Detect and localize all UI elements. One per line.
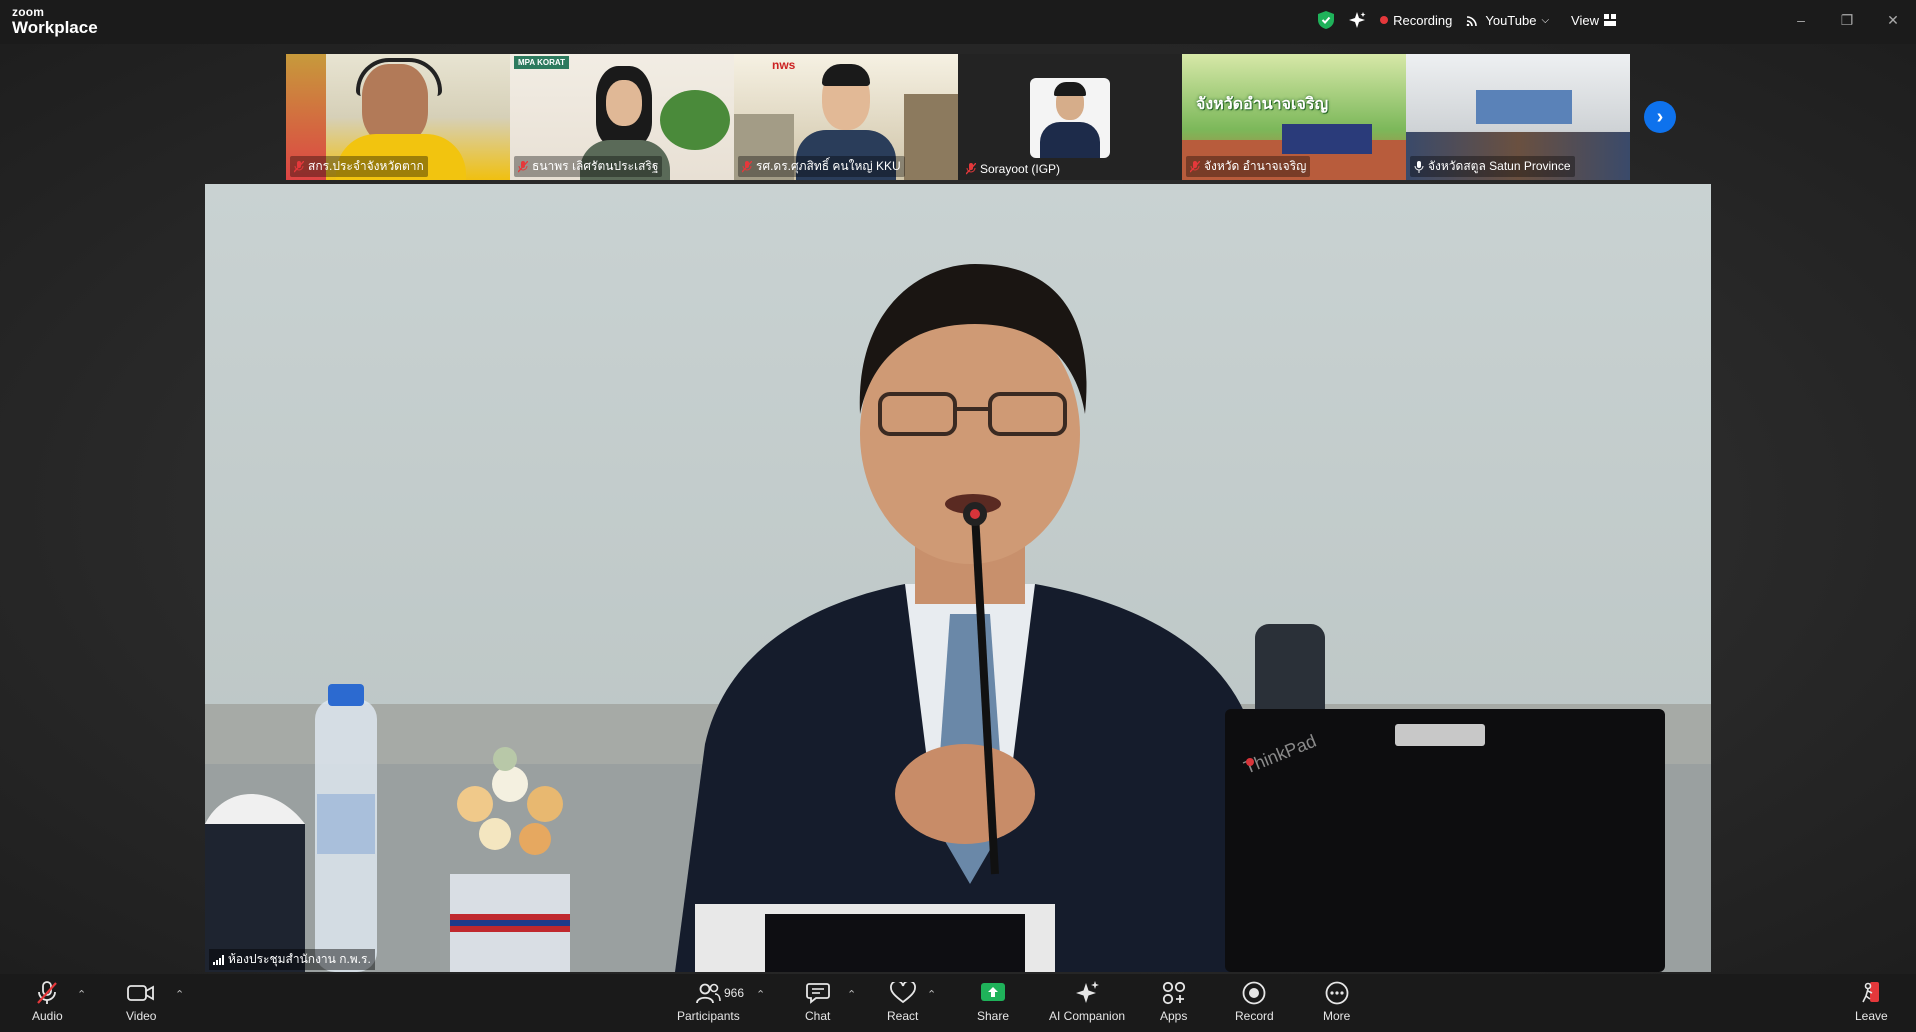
speaker-scene: ThinkPad xyxy=(205,184,1711,972)
audio-options-chevron-up-icon[interactable]: ⌃ xyxy=(77,988,86,1001)
grid-view-icon xyxy=(1604,14,1616,26)
video-camera-icon xyxy=(127,985,155,1001)
recording-dot-icon xyxy=(1380,16,1389,24)
leave-label: Leave xyxy=(1855,1009,1888,1023)
chat-bubble-icon xyxy=(805,983,830,1004)
more-label: More xyxy=(1323,1009,1351,1023)
muted-mic-icon xyxy=(293,160,305,173)
muted-mic-icon xyxy=(965,162,977,175)
brand-big: Workplace xyxy=(12,18,98,37)
share-screen-icon xyxy=(981,983,1006,1001)
meeting-toolbar: Audio ⌃ Video ⌃ Participants 966 ⌃ Chat … xyxy=(0,974,1916,1032)
heart-icon xyxy=(889,982,916,1004)
participant-tile[interactable]: Sorayoot (IGP) xyxy=(958,54,1182,180)
participant-name: สกร.ประจำจังหวัดตาก xyxy=(308,159,424,173)
video-label: Video xyxy=(126,1009,157,1023)
close-icon[interactable]: ✕ xyxy=(1870,0,1916,40)
participant-name: ธนาพร เลิศรัตนประเสริฐ xyxy=(532,159,659,173)
more-button[interactable]: More xyxy=(1323,980,1350,1023)
participant-tile[interactable]: จังหวัดสตูล Satun Province xyxy=(1406,54,1630,180)
muted-mic-icon xyxy=(1189,160,1201,173)
minimize-icon[interactable]: – xyxy=(1778,0,1824,40)
record-label: Record xyxy=(1235,1009,1274,1023)
participant-name: รศ.ดร.ศุภสิทธิ์ คนใหญ่ KKU xyxy=(756,159,901,173)
ai-companion-button[interactable]: AI Companion xyxy=(1049,980,1125,1023)
record-icon xyxy=(1242,981,1266,1005)
participant-tile[interactable]: nws รศ.ดร.ศุภสิทธิ์ คนใหญ่ KKU xyxy=(734,54,958,180)
mic-icon xyxy=(1414,160,1424,173)
more-dots-icon xyxy=(1325,981,1349,1005)
restore-icon[interactable]: ❐ xyxy=(1824,0,1870,40)
react-button[interactable]: React xyxy=(887,980,918,1023)
participants-count: 966 xyxy=(724,986,745,1000)
chevron-right-icon: › xyxy=(1656,105,1664,128)
signal-strength-icon xyxy=(213,954,224,965)
participant-name: Sorayoot (IGP) xyxy=(980,162,1061,176)
chat-button[interactable]: Chat xyxy=(805,980,830,1023)
speaker-name-tag: ห้องประชุมสำนักงาน ก.พ.ร. xyxy=(209,949,375,970)
zoom-logo: zoom Workplace xyxy=(12,6,98,36)
participants-label: Participants xyxy=(677,1009,740,1023)
share-label: Share xyxy=(977,1009,1010,1023)
share-button[interactable]: Share xyxy=(977,980,1009,1023)
live-stream-icon xyxy=(1467,16,1478,26)
leave-door-icon xyxy=(1862,982,1880,1003)
recording-label: Recording xyxy=(1393,12,1453,28)
muted-mic-icon xyxy=(741,160,753,173)
video-button[interactable]: Video xyxy=(126,980,156,1023)
muted-mic-icon xyxy=(37,981,58,1004)
chevron-down-icon: ⌵ xyxy=(1541,14,1550,26)
view-menu[interactable]: View xyxy=(1571,13,1616,28)
stream-label: YouTube xyxy=(1485,12,1537,28)
thumbnail-strip: สกร.ประจำจังหวัดตาก MPA KORAT ธนาพร เลิศ… xyxy=(286,54,1630,180)
security-shield-icon[interactable] xyxy=(1318,11,1335,29)
muted-mic-icon xyxy=(517,160,529,173)
title-bar: zoom Workplace Recording YouTube ⌵ View … xyxy=(0,0,1916,44)
audio-label: Audio xyxy=(32,1009,63,1023)
participants-options-chevron-up-icon[interactable]: ⌃ xyxy=(756,988,765,1001)
chat-options-chevron-up-icon[interactable]: ⌃ xyxy=(847,988,856,1001)
react-label: React xyxy=(887,1009,919,1023)
leave-button[interactable]: Leave xyxy=(1855,980,1888,1023)
next-page-button[interactable]: › xyxy=(1644,101,1676,133)
apps-grid-icon xyxy=(1162,981,1185,1005)
participant-name: จังหวัดสตูล Satun Province xyxy=(1428,159,1571,173)
ai-sparkle-icon[interactable] xyxy=(1348,11,1366,29)
ai-companion-label: AI Companion xyxy=(1049,1009,1126,1023)
recording-indicator[interactable]: Recording xyxy=(1380,13,1452,28)
mpa-korat-logo: MPA KORAT xyxy=(514,56,569,69)
participants-icon xyxy=(696,983,722,1004)
youtube-stream-menu[interactable]: YouTube ⌵ xyxy=(1466,13,1549,28)
participant-tile[interactable]: จังหวัดอำนาจเจริญ จังหวัด อำนาจเจริญ xyxy=(1182,54,1406,180)
audio-button[interactable]: Audio xyxy=(32,980,63,1023)
speaker-name: ห้องประชุมสำนักงาน ก.พ.ร. xyxy=(228,952,371,966)
ai-sparkle-icon xyxy=(1076,981,1100,1003)
nws-logo: nws xyxy=(772,58,796,72)
chat-label: Chat xyxy=(805,1009,831,1023)
brand-small: zoom xyxy=(12,5,45,19)
participant-name: จังหวัด อำนาจเจริญ xyxy=(1204,159,1307,173)
view-label: View xyxy=(1571,12,1599,28)
react-options-chevron-up-icon[interactable]: ⌃ xyxy=(927,988,936,1001)
active-speaker-video[interactable]: ThinkPad ห้องประชุมสำนักงาน ก.พ.ร. xyxy=(205,184,1711,972)
participant-tile[interactable]: สกร.ประจำจังหวัดตาก xyxy=(286,54,510,180)
apps-label: Apps xyxy=(1160,1009,1188,1023)
meeting-stage: สกร.ประจำจังหวัดตาก MPA KORAT ธนาพร เลิศ… xyxy=(0,44,1916,974)
video-options-chevron-up-icon[interactable]: ⌃ xyxy=(175,988,184,1001)
apps-button[interactable]: Apps xyxy=(1160,980,1187,1023)
record-button[interactable]: Record xyxy=(1235,980,1274,1023)
participant-tile[interactable]: MPA KORAT ธนาพร เลิศรัตนประเสริฐ xyxy=(510,54,734,180)
avatar xyxy=(1030,78,1110,158)
amnat-banner: จังหวัดอำนาจเจริญ xyxy=(1196,96,1329,113)
